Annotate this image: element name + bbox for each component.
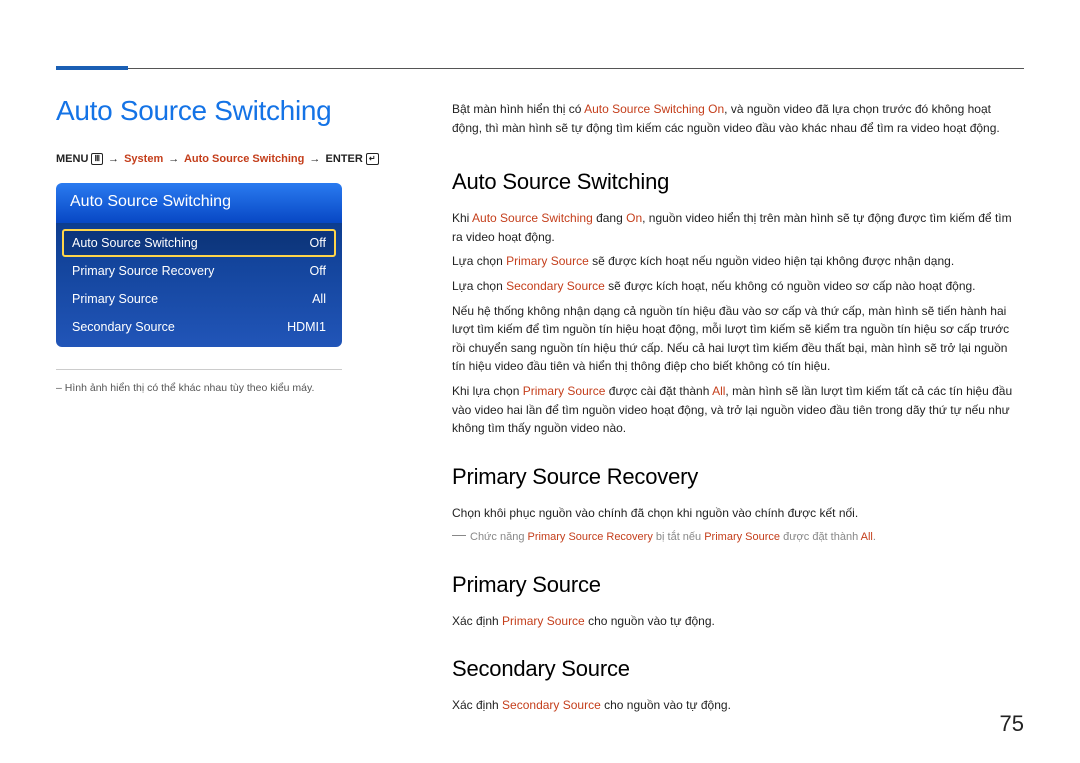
- arrow-icon: →: [168, 153, 179, 165]
- breadcrumb-ass: Auto Source Switching: [184, 153, 304, 165]
- arrow-icon: →: [309, 153, 320, 165]
- dash-icon: [452, 535, 466, 536]
- text: cho nguồn vào tự động.: [601, 698, 731, 712]
- keyword: Auto Source Switching On: [584, 102, 724, 116]
- text: được đặt thành: [780, 531, 861, 543]
- breadcrumb-enter: ENTER: [325, 153, 362, 165]
- osd-row-label: Secondary Source: [72, 320, 175, 334]
- breadcrumb: MENU Ⅲ → System → Auto Source Switching …: [56, 153, 386, 165]
- text: Chức năng: [470, 531, 528, 543]
- menu-icon: Ⅲ: [91, 153, 103, 165]
- keyword: Primary Source: [506, 254, 589, 268]
- osd-row-label: Primary Source: [72, 292, 158, 306]
- top-divider-accent: [56, 66, 128, 70]
- section-heading-ss: Secondary Source: [452, 652, 1024, 686]
- osd-row-label: Auto Source Switching: [72, 236, 198, 250]
- left-column: Auto Source Switching MENU Ⅲ → System → …: [56, 95, 386, 394]
- keyword: Auto Source Switching: [472, 211, 593, 225]
- text: sẽ được kích hoạt nếu nguồn video hiện t…: [589, 254, 954, 268]
- text: Xác định: [452, 698, 502, 712]
- right-column: Bật màn hình hiển thị có Auto Source Swi…: [452, 100, 1024, 721]
- breadcrumb-system: System: [124, 153, 163, 165]
- osd-panel: Auto Source Switching Auto Source Switch…: [56, 183, 342, 347]
- keyword: Primary Source: [523, 384, 606, 398]
- subnote: Chức năng Primary Source Recovery bị tắt…: [452, 529, 1024, 546]
- paragraph: Xác định Secondary Source cho nguồn vào …: [452, 696, 1024, 715]
- section-heading-ass: Auto Source Switching: [452, 165, 1024, 199]
- text: bị tắt nếu: [653, 531, 704, 543]
- enter-icon: ↵: [366, 153, 379, 165]
- text: đang: [593, 211, 626, 225]
- breadcrumb-menu: MENU: [56, 153, 88, 165]
- top-divider: [56, 68, 1024, 69]
- paragraph: Khi lựa chọn Primary Source được cài đặt…: [452, 382, 1024, 438]
- intro-paragraph: Bật màn hình hiển thị có Auto Source Swi…: [452, 100, 1024, 137]
- paragraph: Nếu hệ thống không nhận dạng cả nguồn tí…: [452, 302, 1024, 376]
- page-title: Auto Source Switching: [56, 95, 386, 127]
- text: Lựa chọn: [452, 254, 506, 268]
- text: Bật màn hình hiển thị có: [452, 102, 584, 116]
- keyword: Primary Source Recovery: [528, 531, 653, 543]
- osd-row-primary-source[interactable]: Primary Source All: [62, 285, 336, 313]
- keyword: Secondary Source: [506, 279, 605, 293]
- paragraph: Chọn khôi phục nguồn vào chính đã chọn k…: [452, 504, 1024, 523]
- left-footnote: Hình ảnh hiển thị có thể khác nhau tùy t…: [56, 382, 386, 394]
- text: sẽ được kích hoạt, nếu không có nguồn vi…: [605, 279, 976, 293]
- osd-row-secondary-source[interactable]: Secondary Source HDMI1: [62, 313, 336, 341]
- text: cho nguồn vào tự động.: [585, 614, 715, 628]
- keyword: On: [626, 211, 642, 225]
- osd-body: Auto Source Switching Off Primary Source…: [56, 223, 342, 347]
- osd-row-label: Primary Source Recovery: [72, 264, 214, 278]
- paragraph: Lựa chọn Secondary Source sẽ được kích h…: [452, 277, 1024, 296]
- section-heading-psr: Primary Source Recovery: [452, 460, 1024, 494]
- text: được cài đặt thành: [605, 384, 712, 398]
- osd-row-primary-source-recovery[interactable]: Primary Source Recovery Off: [62, 257, 336, 285]
- osd-row-auto-source-switching[interactable]: Auto Source Switching Off: [62, 229, 336, 257]
- osd-row-value: Off: [310, 264, 326, 278]
- arrow-icon: →: [108, 153, 119, 165]
- keyword: Primary Source: [502, 614, 585, 628]
- keyword: All: [712, 384, 725, 398]
- text: Khi: [452, 211, 472, 225]
- osd-row-value: Off: [310, 236, 326, 250]
- paragraph: Xác định Primary Source cho nguồn vào tự…: [452, 612, 1024, 631]
- text: Lựa chọn: [452, 279, 506, 293]
- keyword: Primary Source: [704, 531, 780, 543]
- section-heading-ps: Primary Source: [452, 568, 1024, 602]
- paragraph: Khi Auto Source Switching đang On, nguồn…: [452, 209, 1024, 246]
- osd-title: Auto Source Switching: [56, 183, 342, 223]
- osd-row-value: HDMI1: [287, 320, 326, 334]
- text: .: [873, 531, 876, 543]
- text: Khi lựa chọn: [452, 384, 523, 398]
- paragraph: Lựa chọn Primary Source sẽ được kích hoạ…: [452, 252, 1024, 271]
- left-divider: [56, 369, 342, 370]
- keyword: All: [861, 531, 873, 543]
- page-number: 75: [1000, 711, 1024, 737]
- keyword: Secondary Source: [502, 698, 601, 712]
- osd-row-value: All: [312, 292, 326, 306]
- text: Xác định: [452, 614, 502, 628]
